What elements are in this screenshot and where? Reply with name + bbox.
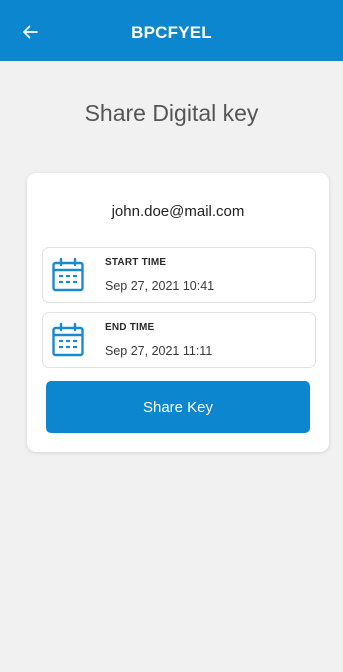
start-time-label: START TIME xyxy=(105,257,167,268)
calendar-icon xyxy=(52,322,84,357)
end-time-label: END TIME xyxy=(105,322,155,333)
share-key-button[interactable]: Share Key xyxy=(46,381,310,433)
recipient-email: john.doe@mail.com xyxy=(111,203,245,220)
page-title: Share Digital key xyxy=(84,100,259,126)
app-bar: BPCFYEL xyxy=(0,0,343,61)
calendar-icon xyxy=(52,257,84,292)
end-time-picker[interactable]: END TIME Sep 27, 2021 11:11 xyxy=(42,312,316,368)
start-time-picker[interactable]: START TIME Sep 27, 2021 10:41 xyxy=(42,247,316,303)
share-key-card: john.doe@mail.com START TIME Sep 27, 202… xyxy=(27,173,329,452)
app-bar-title: BPCFYEL xyxy=(131,23,212,42)
end-time-value: Sep 27, 2021 11:11 xyxy=(105,344,213,358)
start-time-value: Sep 27, 2021 10:41 xyxy=(105,279,215,293)
